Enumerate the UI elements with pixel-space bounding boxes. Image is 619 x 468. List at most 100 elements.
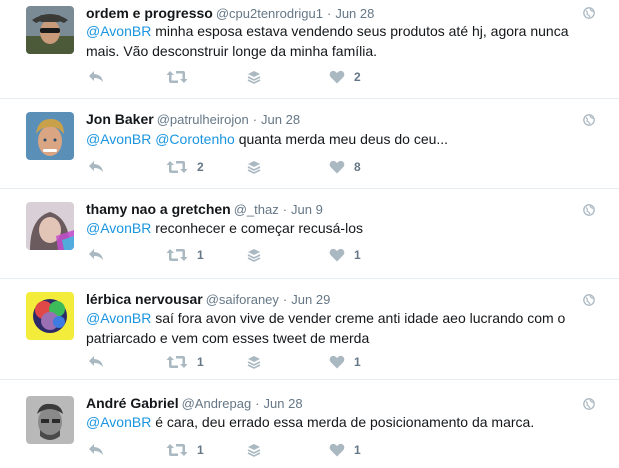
stack-icon	[247, 444, 261, 457]
reply-button[interactable]	[88, 355, 104, 369]
timestamp[interactable]: Jun 28	[261, 112, 300, 127]
retweet-icon	[166, 444, 188, 456]
retweet-count: 2	[197, 160, 204, 174]
avatar[interactable]	[26, 292, 74, 340]
reply-button[interactable]	[88, 248, 104, 262]
stack-icon	[247, 249, 261, 262]
username[interactable]: @cpu2tenrodrigu1	[216, 6, 323, 21]
retweet-button[interactable]: 2	[166, 160, 204, 174]
retweet-button[interactable]	[166, 70, 197, 84]
username[interactable]: @saiforaney	[206, 292, 279, 307]
like-count: 1	[354, 443, 361, 457]
mention-link[interactable]: @AvonBR	[86, 220, 151, 236]
tweet-header: Jon Baker @patrulheirojon · Jun 28	[86, 109, 300, 130]
retweet-icon	[166, 249, 188, 261]
like-button[interactable]: 1	[329, 443, 361, 457]
tweet[interactable]: thamy nao a gretchen @_thaz · Jun 9 @AvonBR…	[0, 189, 619, 279]
stack-button[interactable]	[247, 355, 261, 370]
reply-button[interactable]	[88, 70, 104, 84]
avatar[interactable]	[26, 202, 74, 250]
tweet-body: é cara, deu errado essa merda de posicio…	[151, 414, 535, 430]
tweet-text: @AvonBR é cara, deu errado essa merda de…	[86, 412, 591, 432]
reply-button[interactable]	[88, 160, 104, 174]
mention-link[interactable]: @Corotenho	[155, 131, 235, 147]
tweet-text: @AvonBR saí fora avon vive de vender cre…	[86, 308, 591, 348]
stack-icon	[247, 356, 261, 369]
avatar-image	[26, 112, 74, 160]
mention-link[interactable]: @AvonBR	[86, 23, 151, 39]
stack-button[interactable]	[247, 70, 261, 85]
reply-icon	[89, 71, 103, 82]
username[interactable]: @Andrepag	[182, 396, 252, 411]
display-name[interactable]: Jon Baker	[86, 111, 154, 127]
separator-dot: ·	[282, 292, 288, 307]
tweet-actions: 2	[86, 70, 586, 90]
avatar-image	[26, 396, 74, 444]
tweet-text: @AvonBR reconhecer e começar recusá-los	[86, 218, 591, 238]
tweet-actions: 2 8	[86, 160, 586, 180]
tweet-header: thamy nao a gretchen @_thaz · Jun 9	[86, 199, 323, 220]
heart-icon	[329, 160, 345, 174]
tweet-text: @AvonBR @Corotenho quanta merda meu deus…	[86, 129, 591, 149]
like-button[interactable]: 2	[329, 70, 361, 84]
stack-button[interactable]	[247, 248, 261, 263]
display-name[interactable]: lérbica nervousar	[86, 291, 203, 307]
tweet-actions: 1 1	[86, 443, 586, 463]
like-button[interactable]: 8	[329, 160, 361, 174]
tweet[interactable]: ordem e progresso @cpu2tenrodrigu1 · Jun 28…	[0, 0, 619, 99]
avatar-image	[26, 202, 74, 250]
retweet-button[interactable]: 1	[166, 248, 204, 262]
username[interactable]: @_thaz	[234, 202, 279, 217]
tweet[interactable]: Jon Baker @patrulheirojon · Jun 28 @AvonBR …	[0, 99, 619, 189]
retweet-count: 1	[197, 248, 204, 262]
avatar-image	[26, 292, 74, 340]
avatar[interactable]	[26, 396, 74, 444]
retweet-icon	[166, 161, 188, 173]
timestamp[interactable]: Jun 29	[291, 292, 330, 307]
reply-icon	[89, 444, 103, 455]
retweet-icon	[166, 356, 188, 368]
tweet[interactable]: lérbica nervousar @saiforaney · Jun 29 @Avo…	[0, 279, 619, 380]
globe-icon	[583, 114, 595, 126]
tweet-header: André Gabriel @Andrepag · Jun 28	[86, 393, 303, 414]
like-count: 2	[354, 70, 361, 84]
retweet-count: 1	[197, 355, 204, 369]
display-name[interactable]: thamy nao a gretchen	[86, 201, 231, 217]
stack-icon	[247, 71, 261, 84]
tweet-actions: 1 1	[86, 248, 586, 268]
mention-link[interactable]: @AvonBR	[86, 131, 151, 147]
globe-icon	[583, 7, 595, 19]
avatar[interactable]	[26, 6, 74, 54]
timestamp[interactable]: Jun 28	[264, 396, 303, 411]
separator-dot: ·	[326, 6, 332, 21]
globe-icon	[583, 398, 595, 410]
like-count: 8	[354, 160, 361, 174]
tweet[interactable]: André Gabriel @Andrepag · Jun 28 @AvonBR é …	[0, 380, 619, 468]
mention-link[interactable]: @AvonBR	[86, 310, 151, 326]
like-count: 1	[354, 248, 361, 262]
stack-button[interactable]	[247, 443, 261, 458]
timestamp[interactable]: Jun 28	[335, 6, 374, 21]
retweet-button[interactable]: 1	[166, 443, 204, 457]
heart-icon	[329, 248, 345, 262]
like-button[interactable]: 1	[329, 248, 361, 262]
avatar-image	[26, 6, 74, 54]
stack-icon	[247, 161, 261, 174]
timeline: ordem e progresso @cpu2tenrodrigu1 · Jun 28…	[0, 0, 619, 468]
retweet-count: 1	[197, 443, 204, 457]
reply-icon	[89, 161, 103, 172]
reply-icon	[89, 249, 103, 260]
retweet-button[interactable]: 1	[166, 355, 204, 369]
display-name[interactable]: ordem e progresso	[86, 5, 213, 21]
stack-button[interactable]	[247, 160, 261, 175]
tweet-actions: 1 1	[86, 355, 586, 375]
mention-link[interactable]: @AvonBR	[86, 414, 151, 430]
reply-button[interactable]	[88, 443, 104, 457]
avatar[interactable]	[26, 112, 74, 160]
heart-icon	[329, 443, 345, 457]
like-button[interactable]: 1	[329, 355, 361, 369]
display-name[interactable]: André Gabriel	[86, 395, 179, 411]
timestamp[interactable]: Jun 9	[291, 202, 323, 217]
username[interactable]: @patrulheirojon	[157, 112, 249, 127]
separator-dot: ·	[255, 396, 260, 411]
